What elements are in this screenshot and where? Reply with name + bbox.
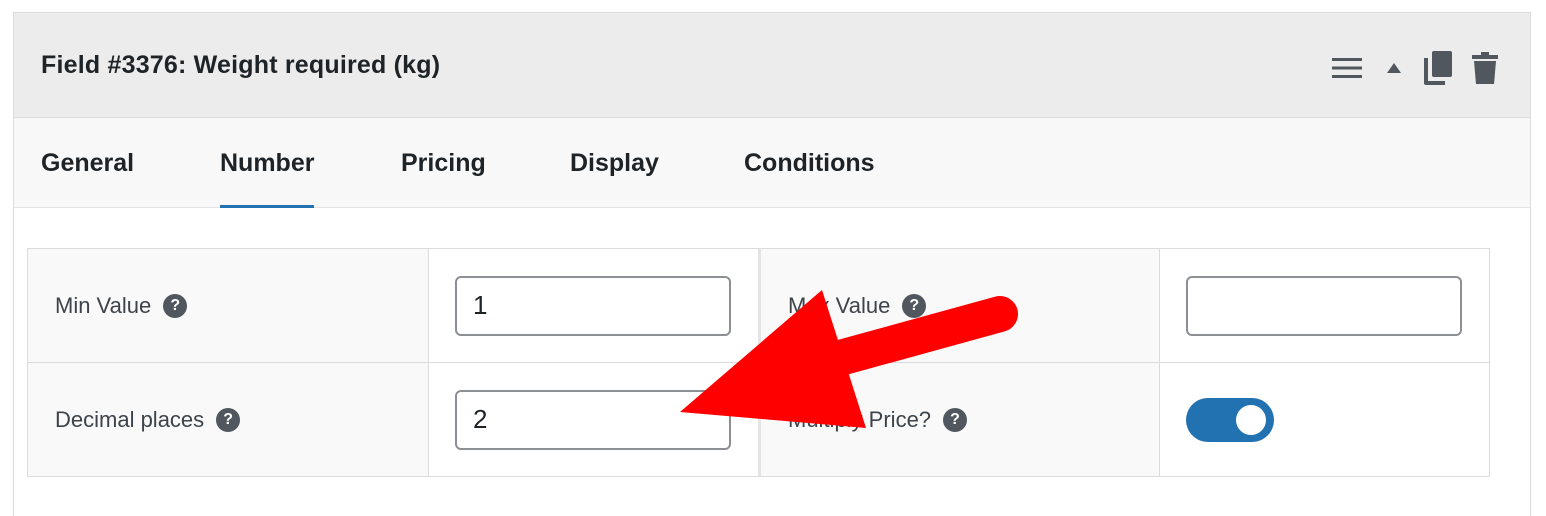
field-header[interactable]: Field #3376: Weight required (kg) xyxy=(14,13,1530,118)
help-icon[interactable]: ? xyxy=(943,407,968,432)
field-title: Field #3376: Weight required (kg) xyxy=(41,51,441,79)
help-icon[interactable]: ? xyxy=(902,293,927,318)
help-icon[interactable]: ? xyxy=(163,293,188,318)
tab-bar: General Number Pricing Display Condition… xyxy=(14,118,1530,208)
decimal-places-input[interactable] xyxy=(455,389,731,450)
tab-general[interactable]: General xyxy=(41,118,134,208)
multiply-price-toggle[interactable] xyxy=(1186,397,1274,442)
grid-divider xyxy=(28,362,1489,363)
number-settings-table: Min Value ? Max Value ? Decimal places ?… xyxy=(27,248,1490,477)
max-value-input-cell xyxy=(1160,249,1490,362)
header-actions xyxy=(1332,51,1498,85)
multiply-price-toggle-cell xyxy=(1160,363,1490,476)
max-value-label: Max Value ? xyxy=(788,293,927,319)
multiply-price-label: Multiply Price? ? xyxy=(788,407,968,433)
max-value-input[interactable] xyxy=(1186,275,1462,336)
decimal-places-input-cell xyxy=(429,363,758,476)
min-value-label: Min Value ? xyxy=(55,293,188,319)
tab-pricing[interactable]: Pricing xyxy=(401,118,486,208)
collapse-arrow-icon[interactable] xyxy=(1386,62,1402,74)
tab-number[interactable]: Number xyxy=(220,118,315,208)
multiply-price-label-cell: Multiply Price? ? xyxy=(761,363,1159,476)
help-icon[interactable]: ? xyxy=(216,407,241,432)
decimal-places-label: Decimal places ? xyxy=(55,407,241,433)
min-value-label-cell: Min Value ? xyxy=(28,249,428,362)
toggle-knob xyxy=(1236,404,1266,435)
tab-conditions[interactable]: Conditions xyxy=(744,118,875,208)
tab-display[interactable]: Display xyxy=(570,118,659,208)
copy-icon[interactable] xyxy=(1424,51,1452,85)
max-value-label-cell: Max Value ? xyxy=(761,249,1159,362)
trash-icon[interactable] xyxy=(1472,52,1498,84)
min-value-input[interactable] xyxy=(455,275,731,336)
min-value-input-cell xyxy=(429,249,758,362)
menu-icon[interactable] xyxy=(1332,57,1362,79)
decimal-places-label-cell: Decimal places ? xyxy=(28,363,428,476)
